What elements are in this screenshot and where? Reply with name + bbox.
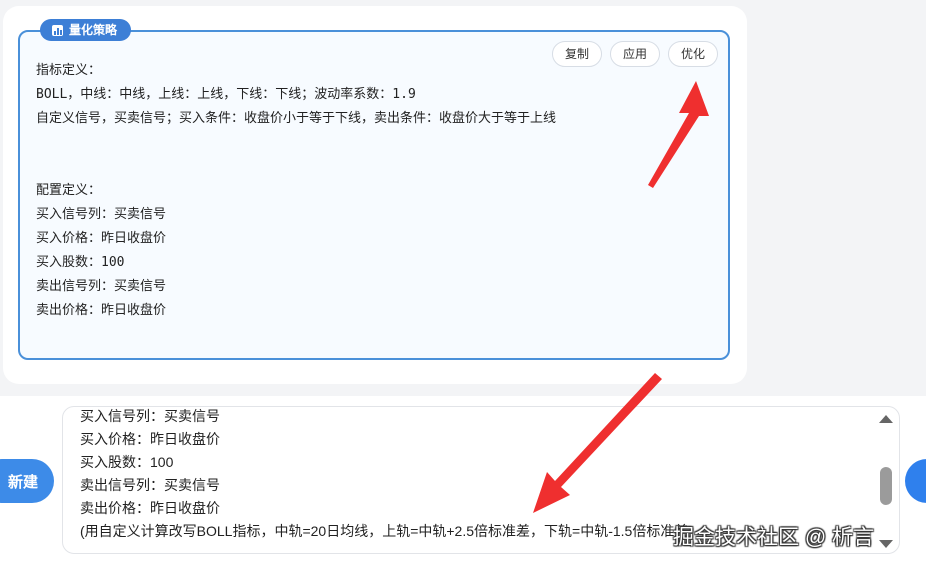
strategy-card: 复制 应用 优化 指标定义： BOLL，中线：中线，上线：上线，下线：下线；波动… <box>18 30 730 360</box>
scroll-down-icon[interactable] <box>879 540 893 548</box>
bar-chart-icon <box>52 24 63 36</box>
strategy-tag: 量化策略 <box>40 19 132 41</box>
strategy-content: 指标定义： BOLL，中线：中线，上线：上线，下线：下线；波动率系数：1.9 自… <box>36 63 557 318</box>
scroll-up-icon[interactable] <box>879 415 893 423</box>
strategy-tag-label: 量化策略 <box>69 23 118 37</box>
new-chat-label: 新建 <box>7 472 38 491</box>
new-chat-button[interactable]: 新建 <box>0 459 54 503</box>
scrollbar-thumb[interactable] <box>880 467 892 505</box>
watermark: 掘金技术社区 @ 析言 <box>673 526 874 549</box>
